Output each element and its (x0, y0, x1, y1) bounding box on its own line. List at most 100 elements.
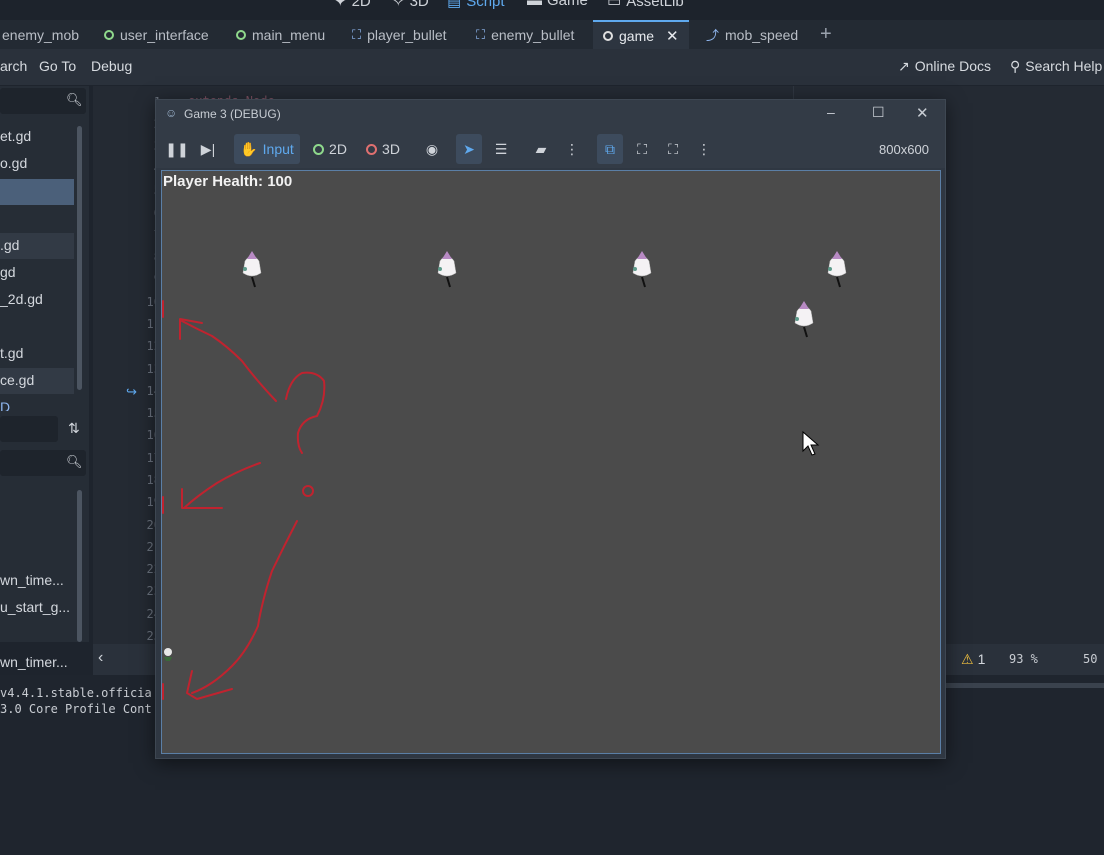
enemy-mob-sprite (794, 300, 814, 338)
more-options-icon[interactable]: ⋮ (692, 134, 716, 164)
minimize-button[interactable]: – (827, 104, 835, 120)
close-window-button[interactable]: ✕ (916, 104, 929, 122)
mouse-cursor-icon (802, 430, 820, 456)
line-number: 22 (146, 562, 161, 576)
list-select-icon[interactable]: ☰ (488, 134, 514, 164)
game-scene (162, 250, 847, 700)
enemy-mob-sprite (827, 250, 847, 288)
menu-search[interactable]: arch (0, 58, 27, 74)
menu-bar: arch Go To Debug ↗ Online Docs ⚲ Search He… (0, 49, 1104, 85)
line-number: 25 (146, 629, 161, 643)
tab-user-interface[interactable]: user_interface (104, 20, 209, 49)
workspace-game[interactable]: ▬ Game (527, 0, 588, 9)
line-number: 9 (101, 272, 161, 286)
assetlib-icon: ▭ (607, 0, 622, 10)
file-item[interactable]: t.gd (0, 341, 74, 367)
method-search-input[interactable]: 🔍︎ (0, 450, 86, 476)
sort-icon[interactable]: ⇅ (68, 420, 80, 437)
file-item[interactable]: o.gd (0, 151, 74, 177)
tab-mob-speed[interactable]: ⤴ mob_speed (706, 20, 798, 49)
online-docs-button[interactable]: ↗ Online Docs (898, 58, 991, 75)
filter-scripts-input[interactable]: 🔍︎ (0, 88, 86, 114)
line-number: 15 (146, 406, 161, 420)
area-icon: ⛶ (352, 26, 362, 42)
file-item[interactable]: ce.gd (0, 368, 74, 394)
3d-icon (366, 143, 378, 155)
file-item[interactable]: _2d.gd (0, 287, 74, 313)
filter-methods-input[interactable] (0, 416, 58, 442)
menu-go-to[interactable]: Go To (39, 58, 76, 74)
curve-icon: ⤴ (706, 28, 720, 43)
zoom-level[interactable]: 93 % (1009, 652, 1038, 666)
node-icon (603, 30, 613, 41)
tab-main-menu[interactable]: main_menu (236, 20, 325, 49)
area-icon: ⛶ (476, 26, 486, 42)
file-item[interactable]: D (0, 395, 74, 411)
visibility-icon[interactable]: ◉ (419, 134, 445, 164)
tab-enemy-mob[interactable]: enemy_mob (2, 20, 79, 49)
file-item[interactable] (0, 206, 74, 232)
resolution-label: 800x600 (879, 141, 929, 157)
file-item[interactable]: .gd (0, 233, 74, 259)
2d-mode-button[interactable]: 2D (308, 134, 352, 164)
select-icon[interactable]: ➤ (456, 134, 482, 164)
output-line: 3.0 Core Profile Cont (0, 702, 152, 716)
game-viewport[interactable]: Player Health: 100 (161, 170, 941, 754)
scrollbar[interactable] (77, 490, 82, 642)
file-item[interactable] (0, 314, 74, 340)
3d-mode-button[interactable]: 3D (361, 134, 405, 164)
method-item[interactable]: u_start_g... (0, 595, 74, 621)
script-icon: ▤ (447, 0, 462, 10)
line-number: 16 (146, 428, 161, 442)
column-indicator: 50 (1083, 652, 1098, 666)
line-number: 13 (146, 362, 161, 376)
search-icon: 🔍︎ (66, 454, 83, 469)
window-titlebar[interactable]: ☺ Game 3 (DEBUG) – ☐ ✕ (156, 100, 945, 128)
tab-player-bullet[interactable]: ⛶ player_bullet (352, 20, 447, 49)
fullscreen-icon[interactable]: ⛶ (660, 134, 686, 164)
more-options-icon[interactable]: ⋮ (560, 134, 584, 164)
method-item[interactable]: wn_time... (0, 568, 74, 594)
pause-button[interactable]: ❚❚ (165, 134, 189, 164)
file-item[interactable]: et.gd (0, 124, 74, 150)
line-number: 12 (146, 339, 161, 353)
fit-window-icon[interactable]: ⛶ (629, 134, 655, 164)
workspace-3d[interactable]: ✧ 3D (392, 0, 429, 10)
scrollbar[interactable] (946, 683, 1104, 688)
help-icon: ⚲ (1010, 58, 1021, 74)
collapse-left-icon[interactable]: ‹ (98, 649, 103, 667)
file-item-selected[interactable] (0, 179, 74, 205)
workspace-bar: ✦ 2D ✧ 3D ▤ Script ▬ Game ▭ AssetLib (0, 0, 1104, 20)
embed-window-icon[interactable]: ⧉ (597, 134, 623, 164)
node-icon (236, 29, 246, 40)
godot-logo-icon: ☺ (165, 106, 178, 120)
maximize-button[interactable]: ☐ (872, 104, 885, 121)
workspace-assetlib[interactable]: ▭ AssetLib (607, 0, 684, 10)
file-item[interactable]: gd (0, 260, 74, 286)
input-mode-button[interactable]: ✋ Input (234, 134, 300, 164)
camera-icon[interactable]: ▰ (528, 134, 554, 164)
search-help-button[interactable]: ⚲ Search Help (1010, 58, 1102, 75)
line-number: 6 (101, 206, 161, 220)
workspace-script[interactable]: ▤ Script (447, 0, 505, 10)
search-icon: 🔍︎ (66, 92, 83, 107)
close-icon[interactable]: ✕ (666, 27, 679, 45)
2d-icon (313, 143, 325, 155)
line-number: 18 (146, 473, 161, 487)
method-item[interactable]: wn_timer... (0, 650, 74, 676)
line-number: 7 (101, 228, 161, 242)
add-tab-button[interactable]: + (820, 20, 832, 49)
menu-debug[interactable]: Debug (91, 58, 132, 74)
game-debug-window[interactable]: ☺ Game 3 (DEBUG) – ☐ ✕ ❚❚ ▶| ✋ Input 2D 3… (155, 99, 946, 759)
warnings-counter[interactable]: ⚠ 1 (961, 651, 985, 668)
node-icon (104, 29, 114, 40)
workspace-2d[interactable]: ✦ 2D (334, 0, 371, 10)
tab-enemy-bullet[interactable]: ⛶ enemy_bullet (476, 20, 574, 49)
line-number: 23 (146, 584, 161, 598)
window-title: Game 3 (DEBUG) (184, 107, 281, 121)
methods-panel: ⇅ 🔍︎ wn_time... u_start_g... wn_timer... (0, 412, 89, 670)
scrollbar[interactable] (77, 126, 82, 390)
next-frame-button[interactable]: ▶| (196, 134, 220, 164)
line-number: 5 (101, 183, 161, 197)
tab-game[interactable]: game ✕ (593, 20, 689, 49)
